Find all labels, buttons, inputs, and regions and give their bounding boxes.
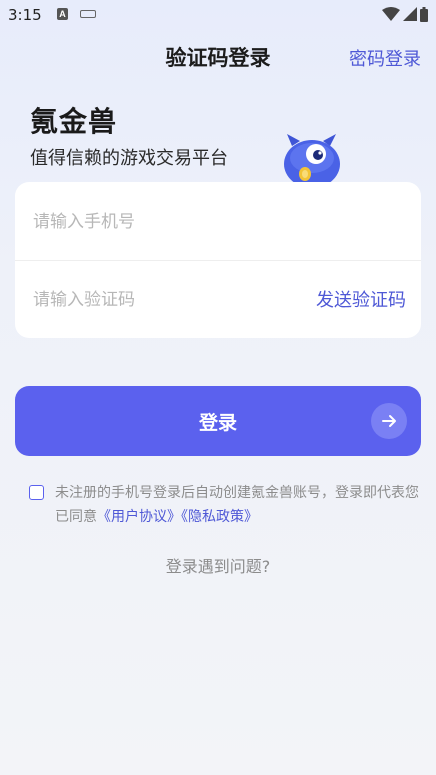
keyboard-icon — [80, 10, 96, 18]
user-agreement-link[interactable]: 《用户协议》 — [97, 509, 181, 525]
login-button-label: 登录 — [198, 412, 237, 434]
phone-input[interactable] — [31, 206, 305, 238]
login-button[interactable]: 登录 — [15, 386, 421, 456]
code-input[interactable] — [31, 284, 305, 316]
arrow-right-icon — [371, 403, 407, 439]
brand-slogan: 值得信赖的游戏交易平台 — [30, 148, 228, 169]
phone-row — [15, 182, 421, 261]
battery-icon — [420, 6, 428, 22]
signal-icon — [403, 7, 417, 21]
login-help-link[interactable]: 登录遇到问题? — [0, 553, 436, 577]
send-code-button[interactable]: 发送验证码 — [316, 286, 406, 312]
code-row: 发送验证码 — [15, 260, 421, 338]
status-icons — [382, 6, 428, 22]
mascot-icon — [284, 134, 340, 188]
a-icon: A — [57, 8, 68, 20]
agreement-checkbox[interactable] — [29, 485, 44, 500]
agreement-text: 未注册的手机号登录后自动创建氪金兽账号，登录即代表您已同意《用户协议》《隐私政策… — [55, 481, 427, 529]
login-form-card: 发送验证码 — [15, 182, 421, 338]
status-time: 3:15 — [8, 6, 42, 24]
password-login-link[interactable]: 密码登录 — [349, 45, 421, 71]
brand-name: 氪金兽 — [30, 105, 118, 138]
wifi-icon — [382, 7, 400, 21]
status-bar: 3:15 A — [0, 0, 436, 32]
privacy-policy-link[interactable]: 《隐私政策》 — [181, 509, 258, 525]
